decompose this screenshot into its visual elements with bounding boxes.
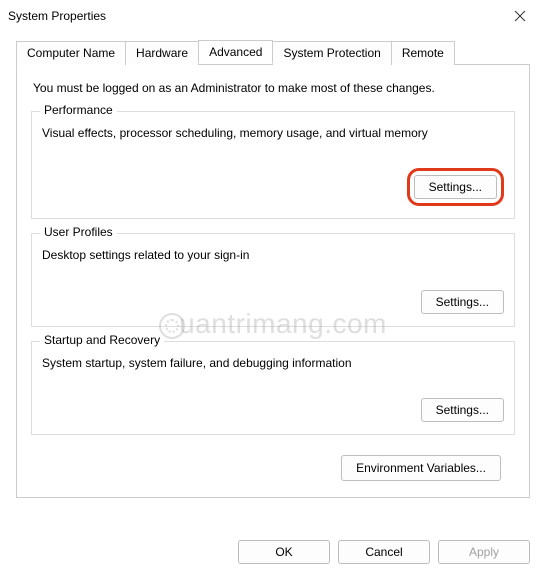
tab-advanced[interactable]: Advanced [198,40,273,64]
tab-panel-advanced: You must be logged on as an Administrato… [16,64,530,498]
tab-hardware[interactable]: Hardware [125,41,199,65]
environment-variables-button[interactable]: Environment Variables... [341,455,501,481]
group-performance: Performance Visual effects, processor sc… [31,111,515,219]
titlebar: System Properties [0,0,546,32]
performance-settings-button[interactable]: Settings... [414,175,497,199]
window-title: System Properties [8,9,106,23]
intro-text: You must be logged on as an Administrato… [33,81,515,95]
tab-remote[interactable]: Remote [391,41,455,65]
group-performance-title: Performance [40,103,117,117]
group-startup-button-row: Settings... [42,398,504,422]
close-button[interactable] [498,2,542,30]
tab-system-protection[interactable]: System Protection [272,41,391,65]
tab-computer-name[interactable]: Computer Name [16,41,126,65]
dialog-button-row: OK Cancel Apply [238,540,530,564]
env-row: Environment Variables... [31,449,515,481]
group-user-profiles: User Profiles Desktop settings related t… [31,233,515,327]
group-performance-desc: Visual effects, processor scheduling, me… [42,126,504,140]
ok-button[interactable]: OK [238,540,330,564]
group-startup-title: Startup and Recovery [40,333,164,347]
group-user-profiles-button-row: Settings... [42,290,504,314]
group-startup-recovery: Startup and Recovery System startup, sys… [31,341,515,435]
system-properties-window: System Properties Computer Name Hardware… [0,0,546,572]
group-user-profiles-title: User Profiles [40,225,117,239]
apply-button[interactable]: Apply [438,540,530,564]
startup-settings-button[interactable]: Settings... [421,398,504,422]
highlight-ring: Settings... [407,168,504,206]
group-user-profiles-desc: Desktop settings related to your sign-in [42,248,504,262]
close-icon [514,10,526,22]
group-startup-desc: System startup, system failure, and debu… [42,356,504,370]
content-area: Computer Name Hardware Advanced System P… [0,32,546,498]
user-profiles-settings-button[interactable]: Settings... [421,290,504,314]
cancel-button[interactable]: Cancel [338,540,430,564]
tab-strip: Computer Name Hardware Advanced System P… [16,40,530,64]
group-performance-button-row: Settings... [42,168,504,206]
